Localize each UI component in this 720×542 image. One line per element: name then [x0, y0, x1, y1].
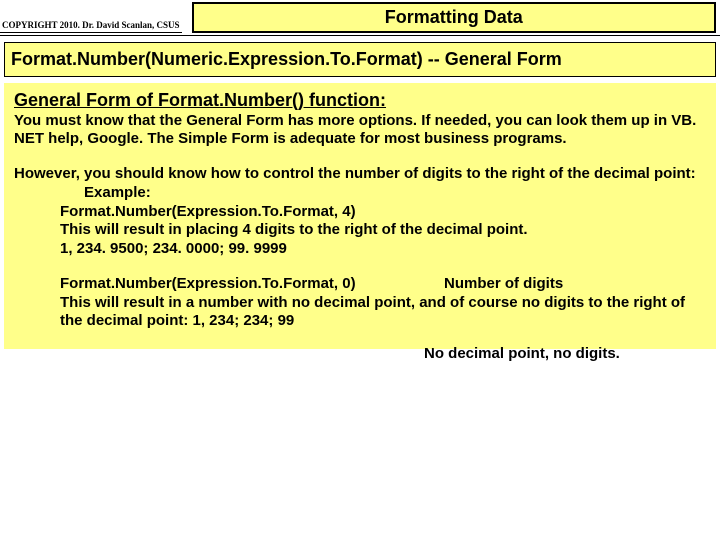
paragraph-control: However, you should know how to control … — [14, 165, 706, 184]
page-title: Formatting Data — [192, 2, 716, 33]
example-label: Example: — [14, 184, 706, 203]
paragraph-intro: You must know that the General Form has … — [14, 112, 706, 150]
copyright-text: COPYRIGHT 2010. Dr. David Scanlan, CSUS — [0, 2, 182, 33]
header-row: COPYRIGHT 2010. Dr. David Scanlan, CSUS … — [0, 2, 720, 36]
content-heading: General Form of Format.Number() function… — [14, 89, 706, 112]
paragraph-result-2: This will result in a number with no dec… — [14, 294, 706, 332]
content-panel: General Form of Format.Number() function… — [4, 83, 716, 349]
example-code-2: Format.Number(Expression.To.Format, 0) — [14, 275, 706, 294]
example-code-1: Format.Number(Expression.To.Format, 4) — [14, 203, 706, 222]
annotation-no-decimal: No decimal point, no digits. — [424, 345, 620, 364]
paragraph-values-1: 1, 234. 9500; 234. 0000; 99. 9999 — [14, 240, 706, 259]
annotation-number-of-digits: Number of digits — [444, 275, 563, 294]
subtitle-bar: Format.Number(Numeric.Expression.To.Form… — [4, 42, 716, 77]
paragraph-result-1: This will result in placing 4 digits to … — [14, 221, 706, 240]
